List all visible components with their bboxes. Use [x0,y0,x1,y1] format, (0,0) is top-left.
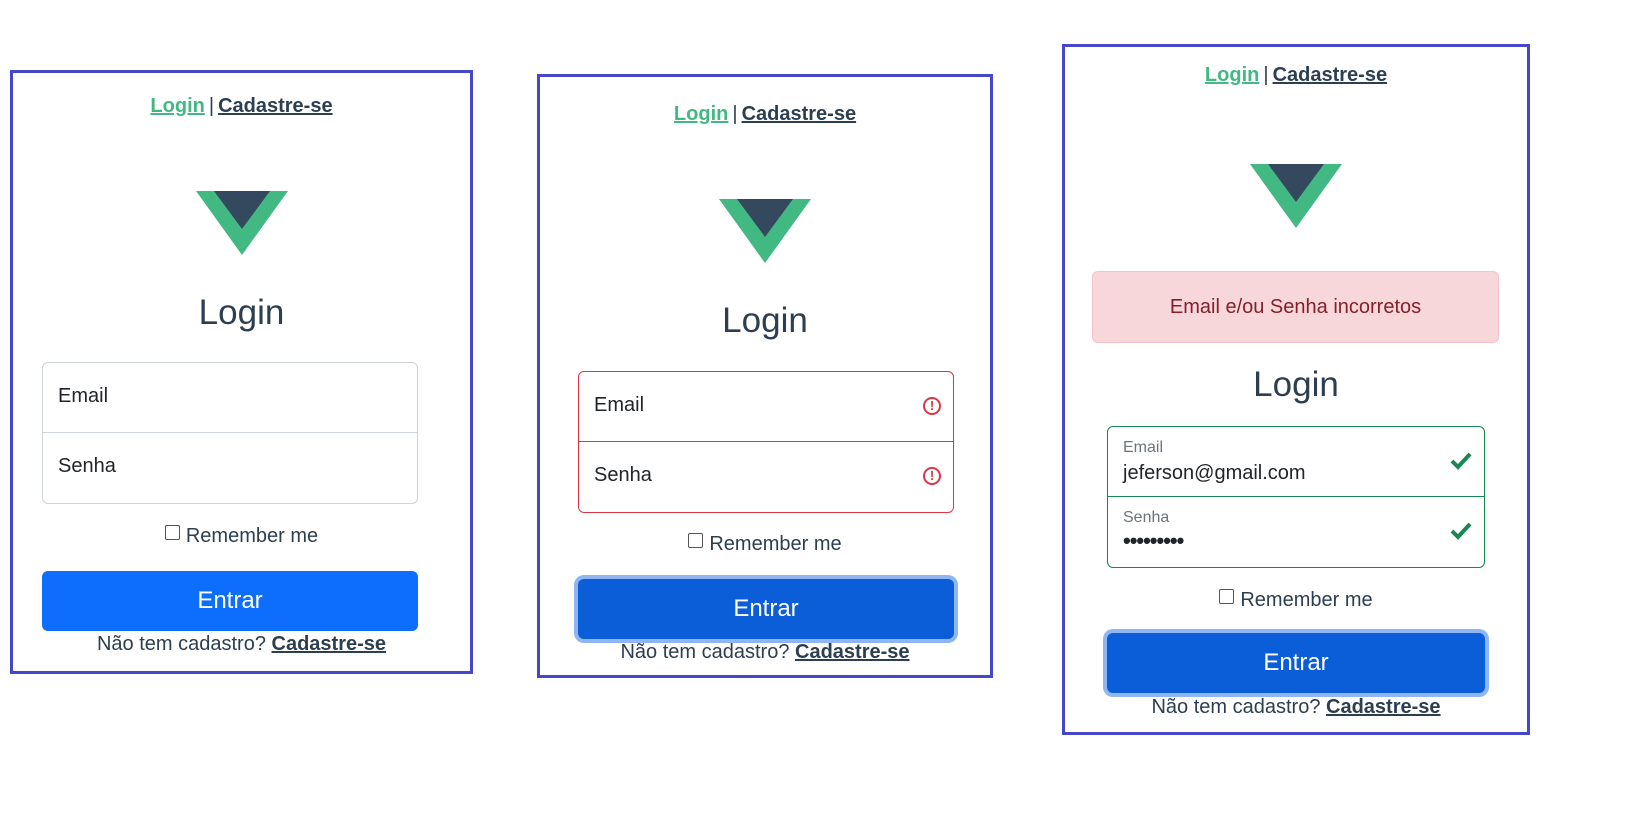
login-form-fields: Email ! Senha ! [578,371,954,513]
password-placeholder: Senha [594,464,652,486]
remember-me-label: Remember me [1240,589,1373,611]
submit-button[interactable]: Entrar [578,579,954,639]
footer-signup-link[interactable]: Cadastre-se [795,641,910,663]
remember-me-checkbox[interactable] [164,525,180,540]
vue-logo [719,199,811,263]
check-icon [1450,452,1472,470]
nav-separator: | [732,103,738,125]
email-placeholder: Email [594,394,645,416]
footer-signup-link[interactable]: Cadastre-se [1326,696,1441,718]
email-label: Email [1123,439,1164,456]
email-placeholder: Email [58,385,109,407]
remember-me-label: Remember me [709,533,842,555]
page-title: Login [722,301,808,340]
exclamation-circle-icon: ! [923,467,941,485]
vue-logo [195,191,288,255]
login-form-fields: Email jeferson@gmail.com Senha ••••••••• [1107,426,1485,568]
remember-me-checkbox[interactable] [1219,589,1235,604]
nav-login-link[interactable]: Login [1205,64,1259,86]
nav-separator: | [208,95,215,117]
password-value: ••••••••• [1123,528,1184,553]
error-alert: Email e/ou Senha incorretos [1092,271,1499,343]
signup-prompt-text: Não tem cadastro? [1151,696,1321,718]
email-field[interactable]: Email ! [578,371,954,442]
nav-signup-link[interactable]: Cadastre-se [1273,64,1388,86]
submit-button[interactable]: Entrar [42,571,418,631]
remember-me: Remember me [1065,589,1527,612]
remember-me: Remember me [540,533,990,556]
password-placeholder: Senha [58,455,116,477]
signup-prompt: Não tem cadastro? Cadastre-se [540,641,990,664]
login-panel-empty: Login | Cadastre-se Login Email Senha Reme… [10,70,473,674]
email-value: jeferson@gmail.com [1123,462,1306,484]
nav-login-link[interactable]: Login [674,103,728,125]
remember-me-label: Remember me [185,525,319,547]
nav-signup-link[interactable]: Cadastre-se [218,95,333,117]
password-field[interactable]: Senha [42,433,418,504]
vue-logo [1250,164,1342,228]
signup-prompt-text: Não tem cadastro? [620,641,790,663]
top-nav: Login | Cadastre-se [1065,64,1527,87]
submit-button[interactable]: Entrar [1107,633,1485,693]
remember-me: Remember me [13,525,470,548]
footer-signup-link[interactable]: Cadastre-se [272,633,387,655]
nav-login-link[interactable]: Login [150,95,204,117]
password-label: Senha [1123,509,1170,526]
email-field[interactable]: Email [42,362,418,433]
email-field[interactable]: Email jeferson@gmail.com [1107,426,1485,497]
password-field[interactable]: Senha ••••••••• [1107,497,1485,568]
login-form-fields: Email Senha [42,362,418,504]
top-nav: Login | Cadastre-se [13,95,470,118]
exclamation-circle-icon: ! [923,397,941,415]
password-field[interactable]: Senha ! [578,442,954,513]
login-panel-valid: Login | Cadastre-se Email e/ou Senha incor… [1062,44,1530,735]
check-icon [1450,522,1472,540]
page-title: Login [198,293,285,332]
signup-prompt: Não tem cadastro? Cadastre-se [13,633,470,656]
login-panel-invalid: Login | Cadastre-se Login Email ! Senha ! … [537,74,993,678]
signup-prompt-text: Não tem cadastro? [96,633,266,655]
nav-signup-link[interactable]: Cadastre-se [742,103,857,125]
signup-prompt: Não tem cadastro? Cadastre-se [1065,696,1527,719]
remember-me-checkbox[interactable] [688,533,704,548]
top-nav: Login | Cadastre-se [540,103,990,126]
nav-separator: | [1263,64,1269,86]
page-title: Login [1253,365,1339,404]
